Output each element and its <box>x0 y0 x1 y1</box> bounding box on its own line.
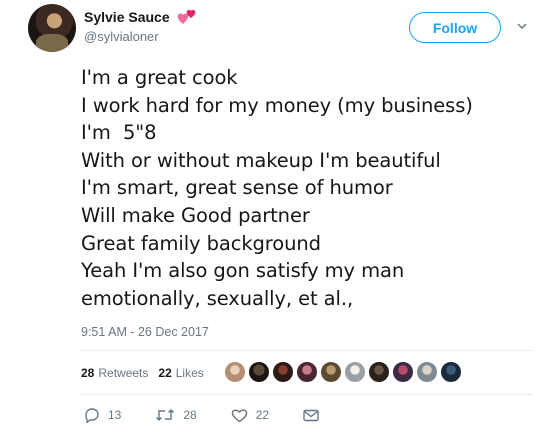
likers-avatars <box>224 361 464 383</box>
tweet-line: Great family background <box>81 231 321 255</box>
liker-avatar[interactable] <box>344 361 366 383</box>
reply-count: 13 <box>108 408 122 422</box>
reply-button[interactable]: 13 <box>82 407 121 423</box>
divider <box>81 350 533 351</box>
tweet-line: With or without makeup I'm beautiful <box>81 148 441 172</box>
liker-avatar[interactable] <box>416 361 438 383</box>
message-button[interactable] <box>303 409 327 422</box>
display-name[interactable]: Sylvie Sauce <box>84 9 170 25</box>
envelope-icon <box>303 409 319 421</box>
likes-stat[interactable]: 22 Likes <box>158 366 203 380</box>
tweet-line: I work hard for my money (my business) <box>81 93 473 117</box>
chevron-down-icon[interactable] <box>516 20 528 32</box>
tweet-line: emotionally, sexually, et al., <box>81 286 354 310</box>
liker-avatar[interactable] <box>368 361 390 383</box>
tweet-line: I'm 5"8 <box>81 121 157 145</box>
handle[interactable]: @sylvialoner <box>84 29 159 44</box>
tweet-line: Yeah I'm also gon satisfy my man <box>81 259 405 283</box>
liker-avatar[interactable] <box>296 361 318 383</box>
retweet-button[interactable]: 28 <box>155 408 197 422</box>
retweets-stat[interactable]: 28 Retweets <box>81 366 148 380</box>
tweet-line: I'm smart, great sense of humor <box>81 176 393 200</box>
like-count: 22 <box>255 408 270 422</box>
tweet-line: I'm a great cook <box>81 66 238 89</box>
timestamp[interactable]: 9:51 AM - 26 Dec 2017 <box>81 325 209 339</box>
tweet-text: I'm a great cook I work hard for my mone… <box>81 64 546 312</box>
two-hearts-icon <box>177 9 195 24</box>
engagement-stats: 28 Retweets 22 Likes <box>81 366 214 380</box>
liker-avatar[interactable] <box>272 361 294 383</box>
reply-icon <box>85 408 99 423</box>
retweet-icon <box>156 409 175 421</box>
liker-avatar[interactable] <box>248 361 270 383</box>
liker-avatar[interactable] <box>392 361 414 383</box>
avatar[interactable] <box>28 4 76 52</box>
liker-avatar[interactable] <box>224 361 246 383</box>
author-name-row: Sylvie Sauce <box>84 8 198 26</box>
liker-avatar[interactable] <box>440 361 462 383</box>
like-button[interactable]: 22 <box>231 408 269 423</box>
follow-button[interactable]: Follow <box>409 12 501 43</box>
liker-avatar[interactable] <box>320 361 342 383</box>
tweet-line: Will make Good partner <box>81 203 310 227</box>
divider <box>81 394 533 395</box>
tweet-actions: 13 28 22 <box>82 407 361 423</box>
heart-icon <box>231 408 247 422</box>
retweet-count: 28 <box>183 408 197 422</box>
